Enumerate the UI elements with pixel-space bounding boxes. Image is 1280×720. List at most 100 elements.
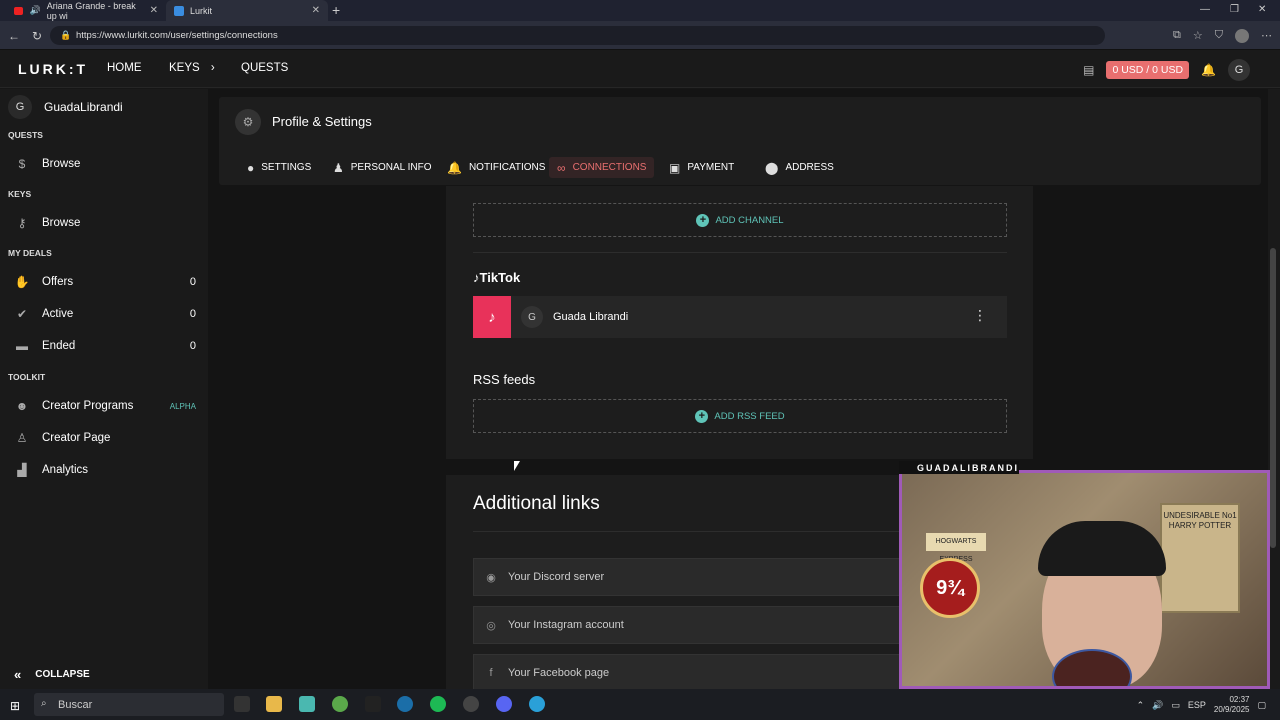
section-quests: QUESTS [8,130,43,140]
new-tab-icon[interactable]: + [332,2,340,18]
nav-home[interactable]: HOME [107,62,142,74]
close-tab-icon[interactable]: ✕ [150,5,158,16]
sidebar-item-quests-browse[interactable]: $ Browse [14,157,196,171]
refresh-icon[interactable]: ↻ [32,29,42,43]
sidebar-item-keys-browse[interactable]: ⚷ Browse [14,216,196,230]
tab-connections[interactable]: ∞ CONNECTIONS [549,157,655,178]
url-field[interactable]: 🔒 https://www.lurkit.com/user/settings/c… [50,26,1105,45]
sidebar-item-active[interactable]: ✔ Active 0 [14,307,196,321]
scrollbar-thumb[interactable] [1270,248,1276,548]
lurkit-logo[interactable]: LURK:T [18,61,88,77]
site-header: LURK:T HOME KEYS › QUESTS ▤ 0 USD / 0 US… [0,50,1280,88]
count: 0 [189,340,196,352]
sidebar-item-offers[interactable]: ✋ Offers 0 [14,275,196,289]
person-icon: ♙ [16,431,28,445]
connections-card: + ADD CHANNEL ♪TikTok ♪ G Guada Librandi… [446,186,1033,459]
sidebar-item-creator-page[interactable]: ♙ Creator Page [14,431,196,445]
obs-icon[interactable] [463,696,479,712]
youtube-icon [14,6,24,15]
windows-start-icon[interactable]: ⊞ [10,699,20,713]
user-avatar[interactable]: G [1228,59,1250,81]
more-icon[interactable]: ⋯ [1261,29,1272,43]
location-icon: ⬤ [765,160,779,175]
instagram-placeholder: Your Instagram account [508,619,624,631]
task-view-icon[interactable] [234,696,250,712]
close-tab-icon[interactable]: ✕ [312,5,320,16]
favorites-icon[interactable]: ☆ [1193,29,1203,43]
url-text: https://www.lurkit.com/user/settings/con… [76,30,278,41]
browser-tab-lurkit[interactable]: Lurkit ✕ [166,0,328,21]
add-rss-feed-button[interactable]: + ADD RSS FEED [473,399,1007,433]
more-vertical-icon[interactable]: ⋮ [973,307,987,324]
chevron-right-icon: › [210,62,215,74]
tab-address[interactable]: ⬤ ADDRESS [757,157,842,178]
sidebar-item-label: Browse [42,158,81,170]
nav-quests[interactable]: QUESTS [241,62,288,74]
tab-notifications[interactable]: 🔔 NOTIFICATIONS [439,157,553,178]
facebook-icon: f [489,667,493,679]
taskbar-search[interactable]: ⌕ Buscar [34,693,224,716]
link-icon: ∞ [557,160,566,175]
sidebar-item-label: Ended [42,340,76,352]
app-icon[interactable] [299,696,315,712]
minimize-icon[interactable]: — [1200,4,1210,15]
notifications-icon[interactable]: ▢ [1257,700,1266,711]
webcam-label: GUADALIBRANDI [899,461,1019,474]
back-icon[interactable]: ← [8,29,20,43]
volume-icon[interactable]: 🔊 [1152,700,1163,711]
collapse-button[interactable]: « COLLAPSE [14,667,90,682]
spotify-icon[interactable] [430,696,446,712]
section-toolkit: TOOLKIT [8,372,46,382]
dollar-icon: $ [18,157,26,171]
tab-settings[interactable]: ● SETTINGS [239,157,319,178]
additional-links-heading: Additional links [473,493,600,514]
sidebar-item-label: Browse [42,217,81,229]
bell-icon[interactable]: 🔔 [1201,63,1216,77]
file-explorer-icon[interactable] [266,696,282,712]
xbox-icon[interactable] [332,696,348,712]
edge-icon[interactable] [529,696,545,712]
sidebar-user[interactable]: G GuadaLibrandi [8,95,123,119]
avatar: G [521,306,543,328]
browser-tab-youtube[interactable]: 🔊 Ariana Grande - break up wi ✕ [6,0,166,21]
divider [473,252,1007,253]
discord-icon[interactable] [496,696,512,712]
mouse-cursor-icon [514,461,520,471]
settings-header: ⚙ Profile & Settings ● SETTINGS ♟ PERSONAL… [219,97,1261,185]
payment-icon: ▣ [669,160,681,175]
sidebar-item-creator-programs[interactable]: ☻ Creator Programs ALPHA [14,399,196,413]
profile-avatar[interactable] [1235,29,1249,43]
sidebar-item-ended[interactable]: ▬ Ended 0 [14,339,196,353]
sidebar-item-analytics[interactable]: ▟ Analytics [14,463,196,477]
wallet-icon[interactable]: ▤ [1083,63,1094,77]
discord-icon: ◉ [486,571,496,584]
clock[interactable]: 02:37 20/9/2025 [1214,695,1250,715]
tab-label: Ariana Grande - break up wi [46,0,136,21]
chevron-up-icon[interactable]: ⌃ [1137,700,1145,711]
rss-heading: RSS feeds [473,372,536,387]
tab-payment[interactable]: ▣ PAYMENT [661,157,742,178]
steam-icon[interactable] [397,696,413,712]
language-indicator[interactable]: ESP [1188,700,1206,710]
maximize-icon[interactable]: ❐ [1230,4,1239,15]
epic-games-icon[interactable] [365,696,381,712]
sidebar-item-label: Creator Page [42,432,111,444]
sidebar-item-label: Analytics [42,464,89,476]
avatar: G [8,95,32,119]
nav-keys[interactable]: KEYS › [169,62,215,74]
shield-icon[interactable]: ⛉ [1215,29,1223,43]
add-channel-button[interactable]: + ADD CHANNEL [473,203,1007,237]
bar-chart-icon: ▟ [17,463,27,477]
discord-placeholder: Your Discord server [508,571,605,583]
handshake-icon: ✋ [14,275,30,289]
tab-personal-info[interactable]: ♟ PERSONAL INFO [325,157,440,178]
close-window-icon[interactable]: ✕ [1258,4,1266,15]
balance-badge[interactable]: 0 USD / 0 USD [1106,61,1190,79]
speaker-icon[interactable]: 🔊 [29,5,40,16]
extensions-icon[interactable]: ⧉ [1173,29,1181,43]
tiktok-heading: ♪TikTok [473,270,521,285]
network-icon[interactable]: ▭ [1171,700,1180,711]
sidebar-item-label: Active [42,308,74,320]
plus-icon: + [695,409,709,423]
user-settings-icon: ⚙ [235,109,261,135]
